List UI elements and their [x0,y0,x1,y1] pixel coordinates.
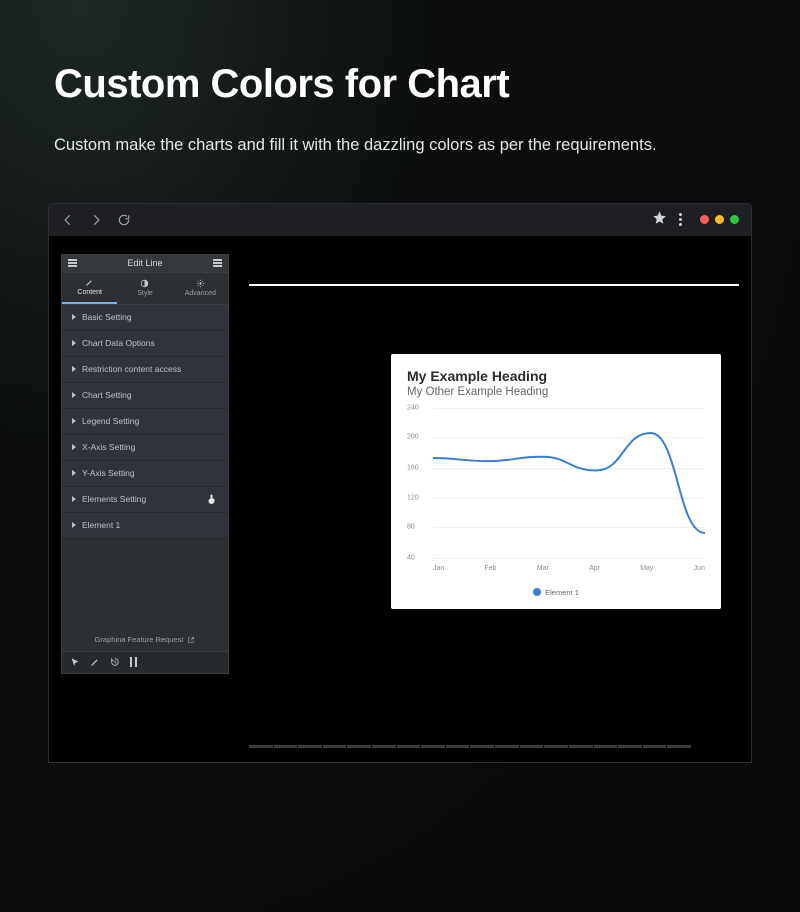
accordion-label: X-Axis Setting [82,442,135,452]
design-canvas: My Example Heading My Other Example Head… [249,254,739,732]
bottom-scrubber[interactable] [249,745,691,748]
y-tick: 80 [407,524,415,531]
x-tick: Feb [485,565,497,572]
editor-tabs: Content Style Advanced [62,273,228,305]
caret-icon [72,470,76,476]
hamburger-icon[interactable] [68,259,77,267]
forward-icon[interactable] [89,213,103,227]
x-tick: Mar [537,565,549,572]
contrast-icon [140,279,149,288]
accordion-label: Chart Setting [82,390,132,400]
accordion-label: Legend Setting [82,416,139,426]
editor-footer [62,651,228,673]
gear-icon [196,279,205,288]
y-tick: 200 [407,434,419,441]
accordion-item-chart-data-options[interactable]: Chart Data Options [62,331,228,357]
horizontal-rule [249,284,739,286]
caret-icon [72,340,76,346]
y-tick: 160 [407,464,419,471]
cursor-icon[interactable] [70,657,80,667]
cursor-hand-icon [206,493,218,505]
window-controls[interactable] [700,215,739,224]
history-icon[interactable] [110,657,120,667]
chart-legend: Element 1 [407,588,705,597]
accordion-item-x-axis-setting[interactable]: X-Axis Setting [62,435,228,461]
tab-style-label: Style [137,290,153,297]
chart-line-path [433,408,705,558]
editor-title: Edit Line [127,258,162,268]
x-axis: Jan Feb Mar Apr May Jun [433,565,705,572]
reload-icon[interactable] [117,213,131,227]
accordion-item-restriction[interactable]: Restriction content access [62,357,228,383]
caret-icon [72,496,76,502]
edit-icon[interactable] [90,657,100,667]
caret-icon [72,366,76,372]
accordion-label: Element 1 [82,520,120,530]
page-title: Custom Colors for Chart [54,62,746,107]
accordion-item-element-1[interactable]: Element 1 [62,513,228,539]
plot-area [433,408,705,558]
accordion-label: Basic Setting [82,312,132,322]
tab-advanced-label: Advanced [185,290,216,297]
x-tick: Apr [589,565,600,572]
panel-menu-icon[interactable] [213,259,222,267]
tab-style[interactable]: Style [117,273,172,304]
pause-icon[interactable] [130,657,137,667]
tab-advanced[interactable]: Advanced [173,273,228,304]
line-chart: 240 200 160 120 80 40 [407,408,705,588]
menu-icon[interactable] [679,213,682,226]
accordion-item-y-axis-setting[interactable]: Y-Axis Setting [62,461,228,487]
caret-icon [72,444,76,450]
external-link-icon [187,636,195,644]
accordion-item-elements-setting[interactable]: Elements Setting [62,487,228,513]
chart-card: My Example Heading My Other Example Head… [391,354,721,609]
page-subtitle: Custom make the charts and fill it with … [54,133,694,159]
feature-request-link[interactable]: Graphina Feature Request [62,629,228,651]
tab-content-label: Content [77,289,102,296]
pencil-icon [85,278,94,287]
x-tick: Jan [433,565,444,572]
chart-title: My Example Heading [407,368,705,384]
accordion-item-legend-setting[interactable]: Legend Setting [62,409,228,435]
editor-panel: Edit Line Content Style Advanced [61,254,229,674]
browser-toolbar [49,204,751,236]
accordion-label: Y-Axis Setting [82,468,135,478]
accordion-label: Elements Setting [82,494,146,504]
accordion-item-basic-setting[interactable]: Basic Setting [62,305,228,331]
y-tick: 120 [407,494,419,501]
accordion-label: Chart Data Options [82,338,155,348]
browser-viewport: Edit Line Content Style Advanced [49,236,751,762]
y-tick: 40 [407,554,415,561]
back-icon[interactable] [61,213,75,227]
legend-swatch [533,588,541,596]
x-tick: May [640,565,653,572]
tab-content[interactable]: Content [62,273,117,304]
legend-label: Element 1 [545,588,579,597]
accordion-label: Restriction content access [82,364,181,374]
feature-request-label: Graphina Feature Request [95,635,184,644]
browser-window: Edit Line Content Style Advanced [48,203,752,763]
x-tick: Jun [694,565,705,572]
accordion: Basic Setting Chart Data Options Restric… [62,305,228,539]
y-tick: 240 [407,404,419,411]
caret-icon [72,522,76,528]
caret-icon [72,418,76,424]
caret-icon [72,392,76,398]
bookmark-icon[interactable] [652,210,667,230]
caret-icon [72,314,76,320]
accordion-item-chart-setting[interactable]: Chart Setting [62,383,228,409]
chart-subtitle: My Other Example Heading [407,386,705,398]
